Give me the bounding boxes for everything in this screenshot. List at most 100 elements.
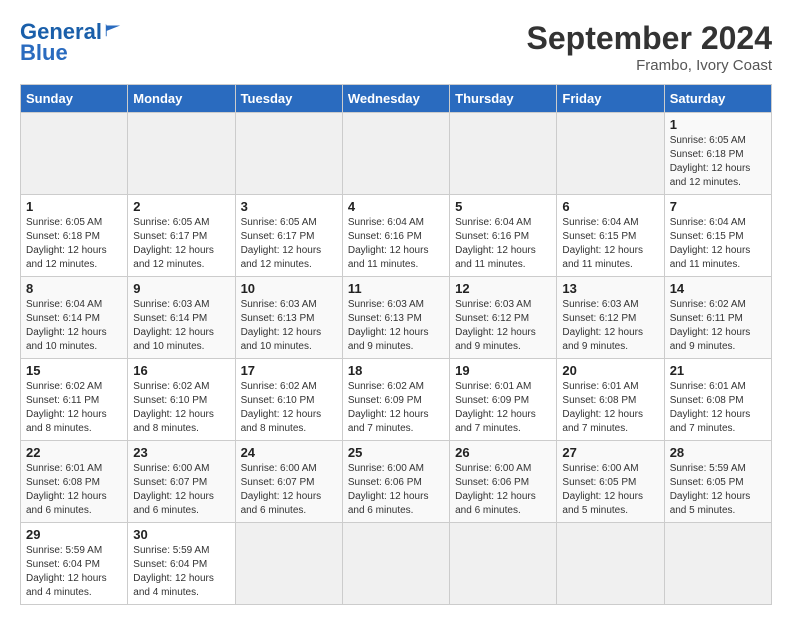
calendar-cell: 6 Sunrise: 6:04 AM Sunset: 6:15 PM Dayli… bbox=[557, 195, 664, 277]
calendar-cell bbox=[342, 113, 449, 195]
day-number: 3 bbox=[241, 199, 337, 214]
calendar-cell: 11 Sunrise: 6:03 AM Sunset: 6:13 PM Dayl… bbox=[342, 277, 449, 359]
day-info: Sunrise: 6:02 AM Sunset: 6:09 PM Dayligh… bbox=[348, 380, 444, 436]
day-number: 20 bbox=[562, 363, 658, 378]
calendar-cell: 8 Sunrise: 6:04 AM Sunset: 6:14 PM Dayli… bbox=[21, 277, 128, 359]
day-info: Sunrise: 6:03 AM Sunset: 6:14 PM Dayligh… bbox=[133, 298, 229, 354]
calendar-cell bbox=[557, 113, 664, 195]
day-number: 15 bbox=[26, 363, 122, 378]
day-number: 21 bbox=[670, 363, 766, 378]
calendar-cell: 12 Sunrise: 6:03 AM Sunset: 6:12 PM Dayl… bbox=[450, 277, 557, 359]
day-info: Sunrise: 6:04 AM Sunset: 6:16 PM Dayligh… bbox=[455, 216, 551, 272]
day-info: Sunrise: 6:05 AM Sunset: 6:17 PM Dayligh… bbox=[133, 216, 229, 272]
calendar-cell: 21 Sunrise: 6:01 AM Sunset: 6:08 PM Dayl… bbox=[664, 359, 771, 441]
page-header: General Blue September 2024 Frambo, Ivor… bbox=[20, 20, 772, 74]
calendar-cell: 16 Sunrise: 6:02 AM Sunset: 6:10 PM Dayl… bbox=[128, 359, 235, 441]
calendar-cell bbox=[21, 113, 128, 195]
calendar-cell: 4 Sunrise: 6:04 AM Sunset: 6:16 PM Dayli… bbox=[342, 195, 449, 277]
calendar-cell: 14 Sunrise: 6:02 AM Sunset: 6:11 PM Dayl… bbox=[664, 277, 771, 359]
day-info: Sunrise: 6:03 AM Sunset: 6:13 PM Dayligh… bbox=[241, 298, 337, 354]
day-number: 10 bbox=[241, 281, 337, 296]
calendar-table: Sunday Monday Tuesday Wednesday Thursday… bbox=[20, 84, 772, 605]
day-number: 19 bbox=[455, 363, 551, 378]
calendar-cell bbox=[664, 523, 771, 605]
day-number: 5 bbox=[455, 199, 551, 214]
col-tuesday: Tuesday bbox=[235, 85, 342, 113]
day-info: Sunrise: 6:03 AM Sunset: 6:12 PM Dayligh… bbox=[455, 298, 551, 354]
day-info: Sunrise: 6:05 AM Sunset: 6:18 PM Dayligh… bbox=[26, 216, 122, 272]
day-info: Sunrise: 6:05 AM Sunset: 6:18 PM Dayligh… bbox=[670, 134, 766, 190]
calendar-cell: 9 Sunrise: 6:03 AM Sunset: 6:14 PM Dayli… bbox=[128, 277, 235, 359]
day-number: 6 bbox=[562, 199, 658, 214]
calendar-cell bbox=[557, 523, 664, 605]
logo: General Blue bbox=[20, 20, 122, 66]
day-number: 29 bbox=[26, 527, 122, 542]
calendar-cell: 7 Sunrise: 6:04 AM Sunset: 6:15 PM Dayli… bbox=[664, 195, 771, 277]
calendar-cell: 19 Sunrise: 6:01 AM Sunset: 6:09 PM Dayl… bbox=[450, 359, 557, 441]
col-thursday: Thursday bbox=[450, 85, 557, 113]
calendar-cell: 18 Sunrise: 6:02 AM Sunset: 6:09 PM Dayl… bbox=[342, 359, 449, 441]
day-info: Sunrise: 6:01 AM Sunset: 6:08 PM Dayligh… bbox=[562, 380, 658, 436]
day-info: Sunrise: 6:01 AM Sunset: 6:08 PM Dayligh… bbox=[26, 462, 122, 518]
day-number: 7 bbox=[670, 199, 766, 214]
day-number: 13 bbox=[562, 281, 658, 296]
calendar-cell bbox=[235, 113, 342, 195]
day-number: 25 bbox=[348, 445, 444, 460]
day-info: Sunrise: 6:00 AM Sunset: 6:06 PM Dayligh… bbox=[455, 462, 551, 518]
calendar-cell: 15 Sunrise: 6:02 AM Sunset: 6:11 PM Dayl… bbox=[21, 359, 128, 441]
calendar-cell: 2 Sunrise: 6:05 AM Sunset: 6:17 PM Dayli… bbox=[128, 195, 235, 277]
calendar-cell: 26 Sunrise: 6:00 AM Sunset: 6:06 PM Dayl… bbox=[450, 441, 557, 523]
day-info: Sunrise: 6:01 AM Sunset: 6:09 PM Dayligh… bbox=[455, 380, 551, 436]
day-info: Sunrise: 6:04 AM Sunset: 6:14 PM Dayligh… bbox=[26, 298, 122, 354]
location: Frambo, Ivory Coast bbox=[527, 57, 772, 74]
calendar-cell: 1 Sunrise: 6:05 AM Sunset: 6:18 PM Dayli… bbox=[664, 113, 771, 195]
calendar-week-2: 1 Sunrise: 6:05 AM Sunset: 6:18 PM Dayli… bbox=[21, 195, 772, 277]
day-number: 28 bbox=[670, 445, 766, 460]
day-number: 11 bbox=[348, 281, 444, 296]
day-info: Sunrise: 6:01 AM Sunset: 6:08 PM Dayligh… bbox=[670, 380, 766, 436]
day-info: Sunrise: 6:05 AM Sunset: 6:17 PM Dayligh… bbox=[241, 216, 337, 272]
calendar-cell: 22 Sunrise: 6:01 AM Sunset: 6:08 PM Dayl… bbox=[21, 441, 128, 523]
col-wednesday: Wednesday bbox=[342, 85, 449, 113]
col-saturday: Saturday bbox=[664, 85, 771, 113]
day-info: Sunrise: 6:02 AM Sunset: 6:10 PM Dayligh… bbox=[241, 380, 337, 436]
day-info: Sunrise: 6:02 AM Sunset: 6:11 PM Dayligh… bbox=[26, 380, 122, 436]
day-number: 14 bbox=[670, 281, 766, 296]
day-number: 17 bbox=[241, 363, 337, 378]
day-info: Sunrise: 5:59 AM Sunset: 6:04 PM Dayligh… bbox=[26, 544, 122, 600]
day-number: 9 bbox=[133, 281, 229, 296]
day-info: Sunrise: 6:04 AM Sunset: 6:15 PM Dayligh… bbox=[670, 216, 766, 272]
day-number: 26 bbox=[455, 445, 551, 460]
calendar-cell bbox=[450, 523, 557, 605]
day-number: 27 bbox=[562, 445, 658, 460]
calendar-week-1: 1 Sunrise: 6:05 AM Sunset: 6:18 PM Dayli… bbox=[21, 113, 772, 195]
calendar-week-4: 15 Sunrise: 6:02 AM Sunset: 6:11 PM Dayl… bbox=[21, 359, 772, 441]
calendar-week-6: 29 Sunrise: 5:59 AM Sunset: 6:04 PM Dayl… bbox=[21, 523, 772, 605]
calendar-cell bbox=[342, 523, 449, 605]
day-number: 16 bbox=[133, 363, 229, 378]
day-number: 1 bbox=[26, 199, 122, 214]
day-info: Sunrise: 5:59 AM Sunset: 6:05 PM Dayligh… bbox=[670, 462, 766, 518]
day-info: Sunrise: 6:02 AM Sunset: 6:10 PM Dayligh… bbox=[133, 380, 229, 436]
day-number: 24 bbox=[241, 445, 337, 460]
day-info: Sunrise: 6:02 AM Sunset: 6:11 PM Dayligh… bbox=[670, 298, 766, 354]
calendar-cell: 5 Sunrise: 6:04 AM Sunset: 6:16 PM Dayli… bbox=[450, 195, 557, 277]
day-number: 12 bbox=[455, 281, 551, 296]
calendar-cell: 29 Sunrise: 5:59 AM Sunset: 6:04 PM Dayl… bbox=[21, 523, 128, 605]
calendar-cell: 10 Sunrise: 6:03 AM Sunset: 6:13 PM Dayl… bbox=[235, 277, 342, 359]
calendar-cell: 27 Sunrise: 6:00 AM Sunset: 6:05 PM Dayl… bbox=[557, 441, 664, 523]
day-number: 2 bbox=[133, 199, 229, 214]
calendar-cell: 23 Sunrise: 6:00 AM Sunset: 6:07 PM Dayl… bbox=[128, 441, 235, 523]
calendar-cell: 24 Sunrise: 6:00 AM Sunset: 6:07 PM Dayl… bbox=[235, 441, 342, 523]
calendar-cell: 17 Sunrise: 6:02 AM Sunset: 6:10 PM Dayl… bbox=[235, 359, 342, 441]
calendar-cell: 20 Sunrise: 6:01 AM Sunset: 6:08 PM Dayl… bbox=[557, 359, 664, 441]
day-number: 4 bbox=[348, 199, 444, 214]
title-area: September 2024 Frambo, Ivory Coast bbox=[527, 20, 772, 74]
day-number: 30 bbox=[133, 527, 229, 542]
calendar-cell: 13 Sunrise: 6:03 AM Sunset: 6:12 PM Dayl… bbox=[557, 277, 664, 359]
day-info: Sunrise: 6:03 AM Sunset: 6:13 PM Dayligh… bbox=[348, 298, 444, 354]
calendar-cell bbox=[128, 113, 235, 195]
day-info: Sunrise: 5:59 AM Sunset: 6:04 PM Dayligh… bbox=[133, 544, 229, 600]
calendar-cell: 3 Sunrise: 6:05 AM Sunset: 6:17 PM Dayli… bbox=[235, 195, 342, 277]
col-sunday: Sunday bbox=[21, 85, 128, 113]
